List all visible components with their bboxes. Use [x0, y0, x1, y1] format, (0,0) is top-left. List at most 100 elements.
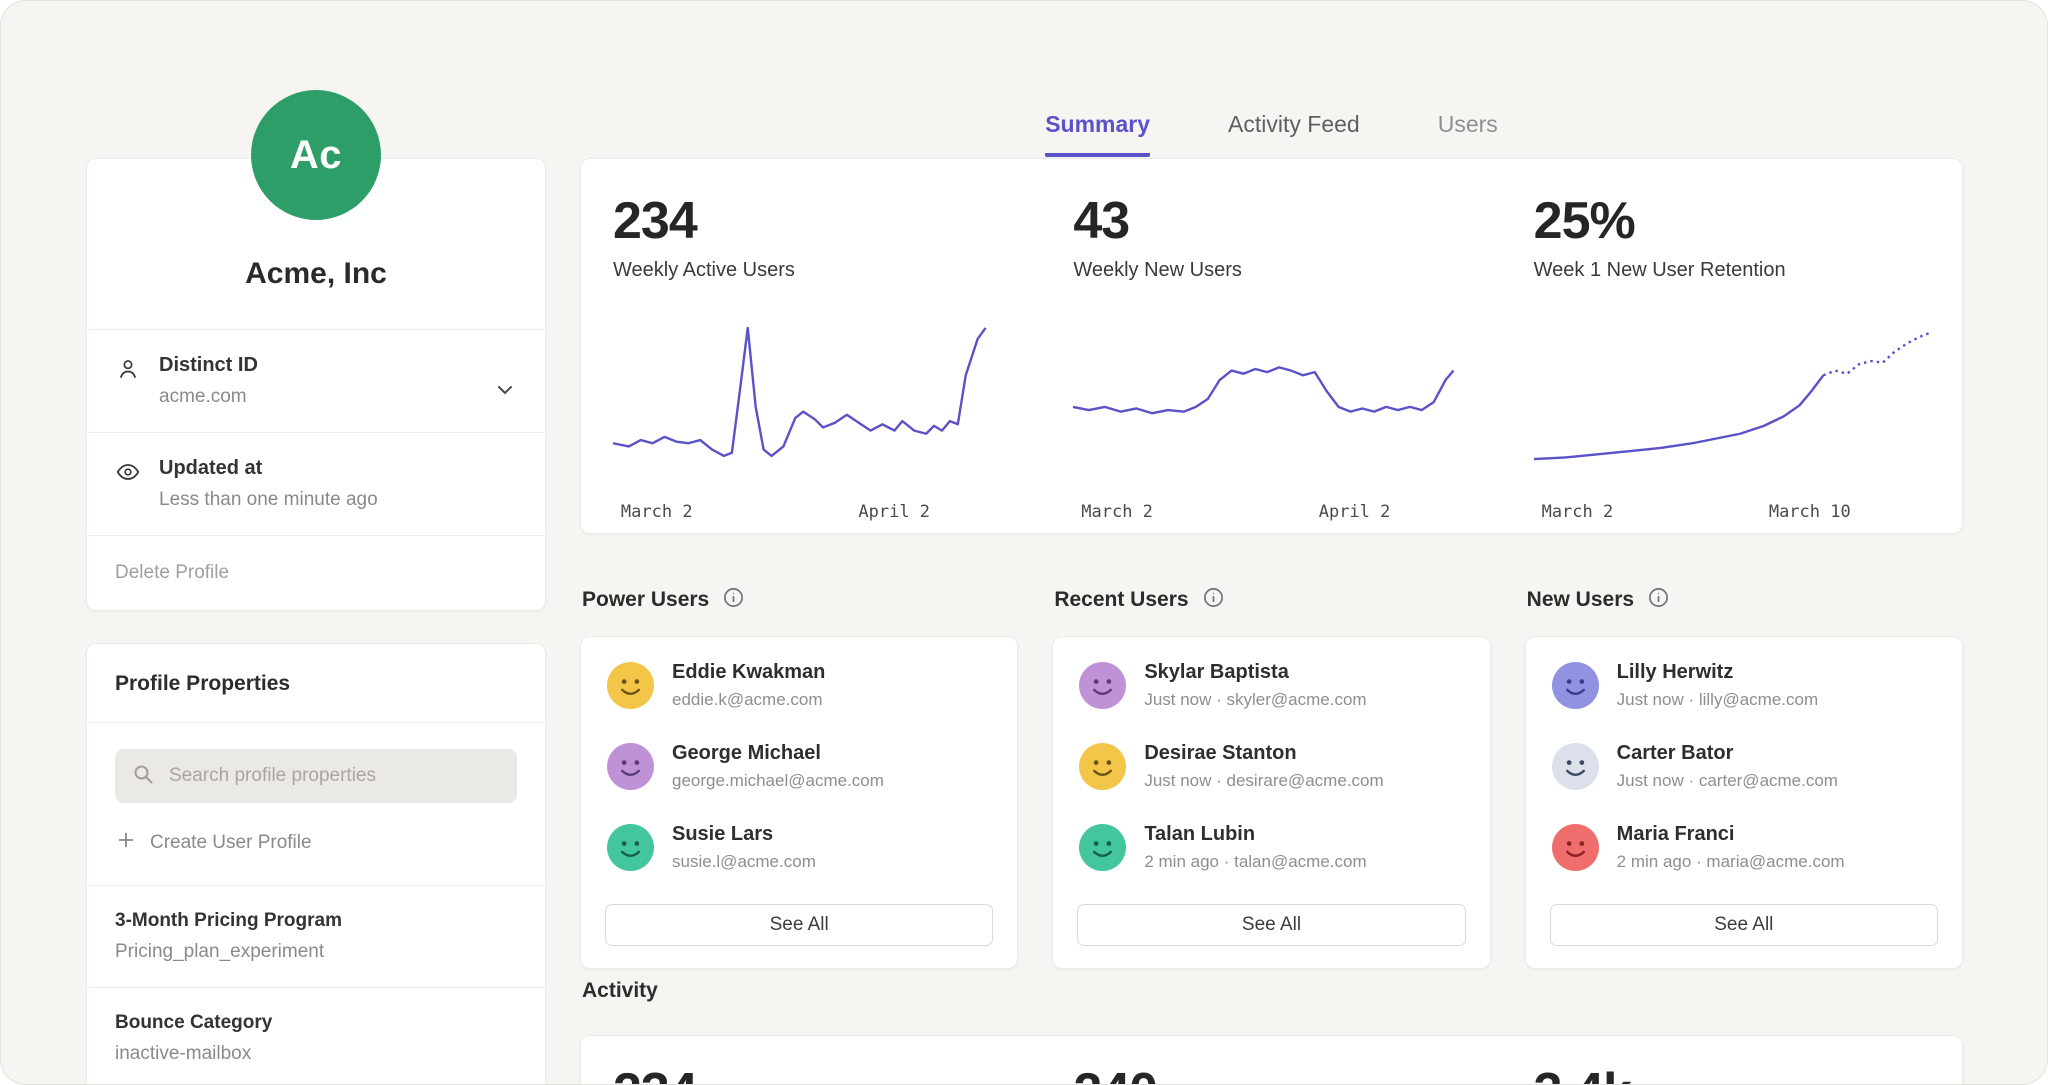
- x-axis-labels: March 2 April 2: [1081, 502, 1390, 522]
- user-avatar-icon: [1079, 662, 1126, 709]
- property-label: 3-Month Pricing Program: [115, 910, 517, 932]
- property-item[interactable]: 3-Month Pricing Program Pricing_plan_exp…: [87, 886, 545, 987]
- plus-icon: [115, 829, 137, 857]
- user-name: George Michael: [672, 742, 884, 765]
- recent-users-section: Recent Users Skylar Baptista Just now · …: [1052, 586, 1490, 969]
- user-avatar-icon: [607, 824, 654, 871]
- recent-users-card: Skylar Baptista Just now · skyler@acme.c…: [1052, 636, 1490, 969]
- distinct-id-label: Distinct ID: [159, 354, 475, 377]
- user-avatar-icon: [1552, 824, 1599, 871]
- metric-value: 43: [1073, 195, 1469, 247]
- see-all-button[interactable]: See All: [1550, 904, 1938, 946]
- profile-properties-title: Profile Properties: [87, 644, 545, 722]
- delete-profile-button[interactable]: Delete Profile: [87, 536, 545, 610]
- axis-end-label: April 2: [1319, 502, 1391, 522]
- user-name: Maria Franci: [1617, 823, 1845, 846]
- metric-value: 234: [613, 195, 1009, 247]
- axis-start-label: March 2: [1542, 502, 1614, 522]
- profile-sidebar: Ac Acme, Inc Distinct ID acme.com: [86, 90, 546, 1085]
- search-icon: [131, 762, 155, 791]
- new-users-title: New Users: [1527, 588, 1634, 612]
- user-lists: Power Users Eddie Kwakman eddie.k@acme.c…: [580, 586, 1963, 969]
- power-users-card: Eddie Kwakman eddie.k@acme.com George Mi…: [580, 636, 1018, 969]
- metric-label: Week 1 New User Retention: [1534, 259, 1930, 282]
- property-item[interactable]: Bounce Category inactive-mailbox: [87, 988, 545, 1085]
- user-name: Eddie Kwakman: [672, 661, 825, 684]
- user-meta: Just now · desirare@acme.com: [1144, 771, 1383, 791]
- new-users-section: New Users Lilly Herwitz Just now · lilly…: [1525, 586, 1963, 969]
- axis-end-label: March 10: [1769, 502, 1851, 522]
- distinct-id-row[interactable]: Distinct ID acme.com: [87, 330, 545, 432]
- create-user-profile-button[interactable]: Create User Profile: [115, 829, 517, 857]
- user-meta: george.michael@acme.com: [672, 771, 884, 791]
- user-meta: 2 min ago · talan@acme.com: [1144, 852, 1366, 872]
- user-meta: 2 min ago · maria@acme.com: [1617, 852, 1845, 872]
- user-meta: eddie.k@acme.com: [672, 690, 825, 710]
- metric-value: 25%: [1534, 195, 1930, 247]
- weekly-active-users-sparkline: [613, 320, 1009, 478]
- activity-stat: 3.4k: [1534, 1066, 1930, 1085]
- updated-at-row: Updated at Less than one minute ago: [87, 433, 545, 535]
- user-name: Susie Lars: [672, 823, 816, 846]
- user-row[interactable]: Susie Lars susie.l@acme.com: [581, 807, 1017, 888]
- user-row[interactable]: George Michael george.michael@acme.com: [581, 726, 1017, 807]
- power-users-title: Power Users: [582, 588, 709, 612]
- chevron-down-icon[interactable]: [493, 378, 517, 407]
- profile-properties-card: Profile Properties Create User Profile 3…: [86, 643, 546, 1085]
- user-row[interactable]: Carter Bator Just now · carter@acme.com: [1526, 726, 1962, 807]
- user-avatar-icon: [1079, 743, 1126, 790]
- info-icon[interactable]: [1202, 586, 1225, 614]
- profile-page: Ac Acme, Inc Distinct ID acme.com: [0, 0, 2048, 1085]
- tab-activity-feed[interactable]: Activity Feed: [1228, 111, 1360, 157]
- user-avatar-icon: [1079, 824, 1126, 871]
- property-search-input[interactable]: [167, 764, 501, 788]
- week1-retention-sparkline: [1534, 320, 1930, 478]
- user-row[interactable]: Eddie Kwakman eddie.k@acme.com: [581, 645, 1017, 726]
- eye-icon: [115, 459, 141, 490]
- property-search[interactable]: [115, 749, 517, 803]
- x-axis-labels: March 2 April 2: [621, 502, 930, 522]
- axis-start-label: March 2: [621, 502, 693, 522]
- user-row[interactable]: Lilly Herwitz Just now · lilly@acme.com: [1526, 645, 1962, 726]
- user-name: Lilly Herwitz: [1617, 661, 1818, 684]
- summary-metrics-card: 234 Weekly Active Users March 2 April 2 …: [580, 158, 1963, 534]
- weekly-new-users-sparkline: [1073, 320, 1469, 478]
- user-row[interactable]: Talan Lubin 2 min ago · talan@acme.com: [1053, 807, 1489, 888]
- activity-stat: 234: [613, 1066, 1009, 1085]
- user-row[interactable]: Maria Franci 2 min ago · maria@acme.com: [1526, 807, 1962, 888]
- user-name: Carter Bator: [1617, 742, 1838, 765]
- user-meta: Just now · skyler@acme.com: [1144, 690, 1366, 710]
- see-all-button[interactable]: See All: [605, 904, 993, 946]
- user-meta: Just now · lilly@acme.com: [1617, 690, 1818, 710]
- x-axis-labels: March 2 March 10: [1542, 502, 1851, 522]
- info-icon[interactable]: [722, 586, 745, 614]
- metric-weekly-active-users: 234 Weekly Active Users March 2 April 2: [613, 195, 1009, 533]
- user-row[interactable]: Desirae Stanton Just now · desirare@acme…: [1053, 726, 1489, 807]
- property-value: inactive-mailbox: [115, 1043, 517, 1065]
- main-content: Summary Activity Feed Users 234 Weekly A…: [580, 1, 1963, 1084]
- company-avatar: Ac: [251, 90, 381, 220]
- tab-bar: Summary Activity Feed Users: [580, 111, 1963, 157]
- user-meta: Just now · carter@acme.com: [1617, 771, 1838, 791]
- tab-summary[interactable]: Summary: [1045, 111, 1150, 157]
- axis-start-label: March 2: [1081, 502, 1153, 522]
- user-meta: susie.l@acme.com: [672, 852, 816, 872]
- user-name: Talan Lubin: [1144, 823, 1366, 846]
- distinct-id-value: acme.com: [159, 386, 475, 408]
- power-users-section: Power Users Eddie Kwakman eddie.k@acme.c…: [580, 586, 1018, 969]
- property-value: Pricing_plan_experiment: [115, 941, 517, 963]
- metric-week1-retention: 25% Week 1 New User Retention March 2 Ma…: [1534, 195, 1930, 533]
- activity-card: 234 240 3.4k: [580, 1035, 1963, 1085]
- recent-users-title: Recent Users: [1054, 588, 1188, 612]
- avatar-initials: Ac: [290, 133, 342, 178]
- metric-label: Weekly New Users: [1073, 259, 1469, 282]
- see-all-button[interactable]: See All: [1077, 904, 1465, 946]
- tab-users[interactable]: Users: [1438, 111, 1498, 157]
- updated-at-label: Updated at: [159, 457, 517, 480]
- user-row[interactable]: Skylar Baptista Just now · skyler@acme.c…: [1053, 645, 1489, 726]
- property-label: Bounce Category: [115, 1012, 517, 1034]
- info-icon[interactable]: [1647, 586, 1670, 614]
- divider: [87, 722, 545, 723]
- user-avatar-icon: [1552, 662, 1599, 709]
- axis-end-label: April 2: [858, 502, 930, 522]
